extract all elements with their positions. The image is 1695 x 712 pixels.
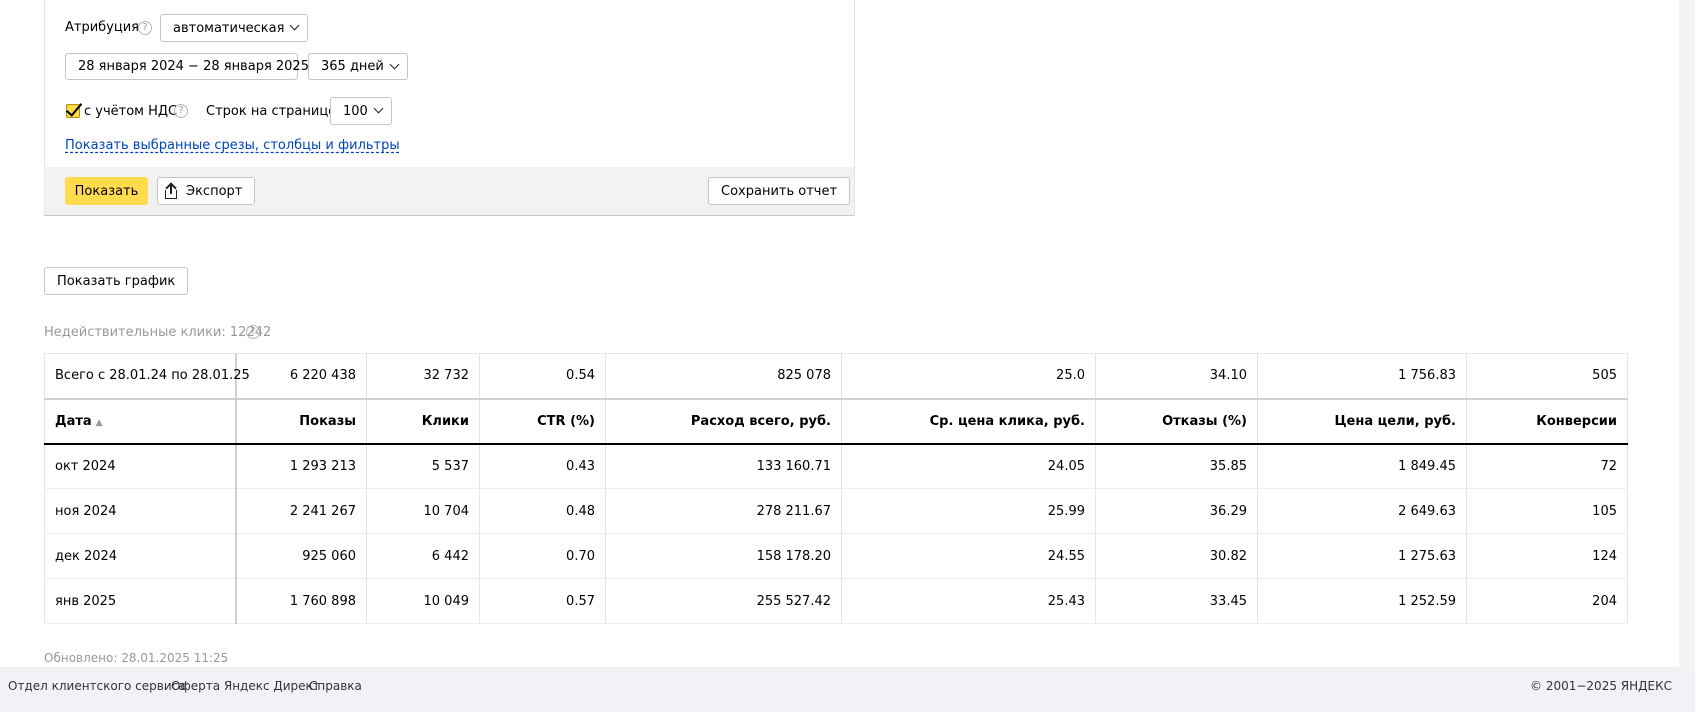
export-button[interactable]: Экспорт — [157, 177, 256, 205]
table-row: ноя 2024 2 241 267 10 704 0.48 278 211.6… — [44, 488, 1628, 534]
table-cell: 1 849.45 — [1257, 443, 1467, 489]
table-cell: 24.05 — [841, 443, 1096, 489]
show-selected-link[interactable]: Показать выбранные срезы, столбцы и филь… — [65, 138, 400, 153]
rows-per-page-label: Строк на странице — [206, 104, 337, 119]
show-button[interactable]: Показать — [65, 177, 148, 205]
table-cell: 1 293 213 — [235, 443, 367, 489]
total-cell: 505 — [1466, 353, 1628, 400]
invalid-clicks-help-icon[interactable]: ? — [246, 325, 260, 339]
date-range-picker[interactable]: 28 января 2024 − 28 января 2025 — [65, 53, 309, 80]
invalid-clicks-text: Недействительные клики: 12242 — [44, 325, 272, 340]
total-cell: 0.54 — [479, 353, 606, 400]
column-header-bounces[interactable]: Отказы (%) — [1095, 398, 1258, 445]
total-cell: 34.10 — [1095, 353, 1258, 400]
footer-link-client-service[interactable]: Отдел клиентского сервиса — [8, 679, 186, 693]
table-cell: 255 527.42 — [605, 578, 842, 624]
table-cell: 35.85 — [1095, 443, 1258, 489]
column-header-impressions[interactable]: Показы — [235, 398, 367, 445]
column-header-avg-cpc[interactable]: Ср. цена клика, руб. — [841, 398, 1096, 445]
table-row: окт 2024 1 293 213 5 537 0.43 133 160.71… — [44, 443, 1628, 489]
vat-checkbox[interactable] — [66, 104, 80, 118]
total-cell: 25.0 — [841, 353, 1096, 400]
date-range-value: 28 января 2024 − 28 января 2025 — [78, 59, 309, 74]
table-cell: 0.57 — [479, 578, 606, 624]
table-cell: 10 704 — [366, 488, 480, 534]
footer-link-help[interactable]: Справка — [309, 679, 362, 693]
table-cell: 5 537 — [366, 443, 480, 489]
table-cell: окт 2024 — [44, 443, 237, 489]
table-cell: ноя 2024 — [44, 488, 237, 534]
column-header-ctr[interactable]: CTR (%) — [479, 398, 606, 445]
vat-label[interactable]: с учётом НДС — [84, 104, 177, 119]
table-cell: 33.45 — [1095, 578, 1258, 624]
save-report-button[interactable]: Сохранить отчет — [708, 177, 851, 205]
total-cell: Всего с 28.01.24 по 28.01.25 — [44, 353, 250, 400]
chevron-down-icon — [389, 59, 400, 69]
table-cell: 72 — [1466, 443, 1628, 489]
table-cell: 2 649.63 — [1257, 488, 1467, 534]
table-header-row: Дата ▲ Показы Клики CTR (%) Расход всего,… — [44, 398, 1628, 445]
table-cell: 24.55 — [841, 533, 1096, 579]
table-cell: янв 2025 — [44, 578, 237, 624]
rows-per-page-select[interactable]: 100 — [330, 97, 392, 125]
table-total-row: Всего с 28.01.24 по 28.01.25 6 220 438 3… — [44, 353, 1628, 400]
page-footer: Отдел клиентского сервиса Оферта Яндекс … — [0, 667, 1695, 712]
updated-timestamp: Обновлено: 28.01.2025 11:25 — [44, 651, 229, 665]
table-cell: 0.48 — [479, 488, 606, 534]
table-row: янв 2025 1 760 898 10 049 0.57 255 527.4… — [44, 578, 1628, 624]
page-scrollbar[interactable] — [1679, 0, 1695, 667]
export-button-label: Экспорт — [186, 183, 243, 199]
chevron-down-icon — [289, 20, 300, 31]
column-header-label: Дата — [55, 413, 92, 429]
table-cell: 2 241 267 — [235, 488, 367, 534]
vat-help-icon[interactable]: ? — [174, 104, 188, 118]
table-cell: 6 442 — [366, 533, 480, 579]
attribution-select-value: автоматическая — [173, 20, 285, 36]
table-cell: 10 049 — [366, 578, 480, 624]
statistics-table: Всего с 28.01.24 по 28.01.25 6 220 438 3… — [44, 353, 1628, 624]
show-chart-button[interactable]: Показать график — [44, 267, 189, 295]
attribution-label: Атрибуция — [65, 20, 139, 35]
column-header-spend[interactable]: Расход всего, руб. — [605, 398, 842, 445]
total-cell: 6 220 438 — [235, 353, 367, 400]
attribution-help-icon[interactable]: ? — [138, 21, 152, 35]
rows-per-page-value: 100 — [343, 103, 368, 119]
table-cell: 0.43 — [479, 443, 606, 489]
table-cell: 204 — [1466, 578, 1628, 624]
table-cell: 105 — [1466, 488, 1628, 534]
period-select[interactable]: 365 дней — [308, 53, 408, 80]
column-header-date[interactable]: Дата ▲ — [44, 398, 237, 445]
table-cell: 133 160.71 — [605, 443, 842, 489]
column-header-conversions[interactable]: Конверсии — [1466, 398, 1628, 445]
table-cell: 25.43 — [841, 578, 1096, 624]
table-cell: 1 252.59 — [1257, 578, 1467, 624]
table-cell: 25.99 — [841, 488, 1096, 534]
table-cell: 158 178.20 — [605, 533, 842, 579]
total-cell: 825 078 — [605, 353, 842, 400]
total-cell: 1 756.83 — [1257, 353, 1467, 400]
footer-link-offer[interactable]: Оферта Яндекс Директ — [171, 679, 320, 693]
attribution-select[interactable]: автоматическая — [160, 14, 309, 42]
total-cell: 32 732 — [366, 353, 480, 400]
table-cell: 925 060 — [235, 533, 367, 579]
period-select-value: 365 дней — [321, 59, 384, 74]
table-cell: 0.70 — [479, 533, 606, 579]
table-cell: 278 211.67 — [605, 488, 842, 534]
table-row: дек 2024 925 060 6 442 0.70 158 178.20 2… — [44, 533, 1628, 579]
filter-panel: Атрибуция ? автоматическая 28 января 202… — [44, 0, 855, 216]
sort-ascending-icon: ▲ — [95, 417, 103, 428]
column-header-clicks[interactable]: Клики — [366, 398, 480, 445]
table-cell: 1 760 898 — [235, 578, 367, 624]
table-cell: 30.82 — [1095, 533, 1258, 579]
footer-copyright: © 2001−2025 ЯНДЕКС — [1530, 679, 1672, 693]
filter-actions-bar: Показать Экспорт Сохранить отчет — [45, 167, 854, 215]
chevron-down-icon — [373, 103, 384, 114]
table-cell: 124 — [1466, 533, 1628, 579]
column-header-goal-cost[interactable]: Цена цели, руб. — [1257, 398, 1467, 445]
table-cell: 1 275.63 — [1257, 533, 1467, 579]
table-cell: 36.29 — [1095, 488, 1258, 534]
table-cell: дек 2024 — [44, 533, 237, 579]
export-icon — [164, 181, 178, 199]
